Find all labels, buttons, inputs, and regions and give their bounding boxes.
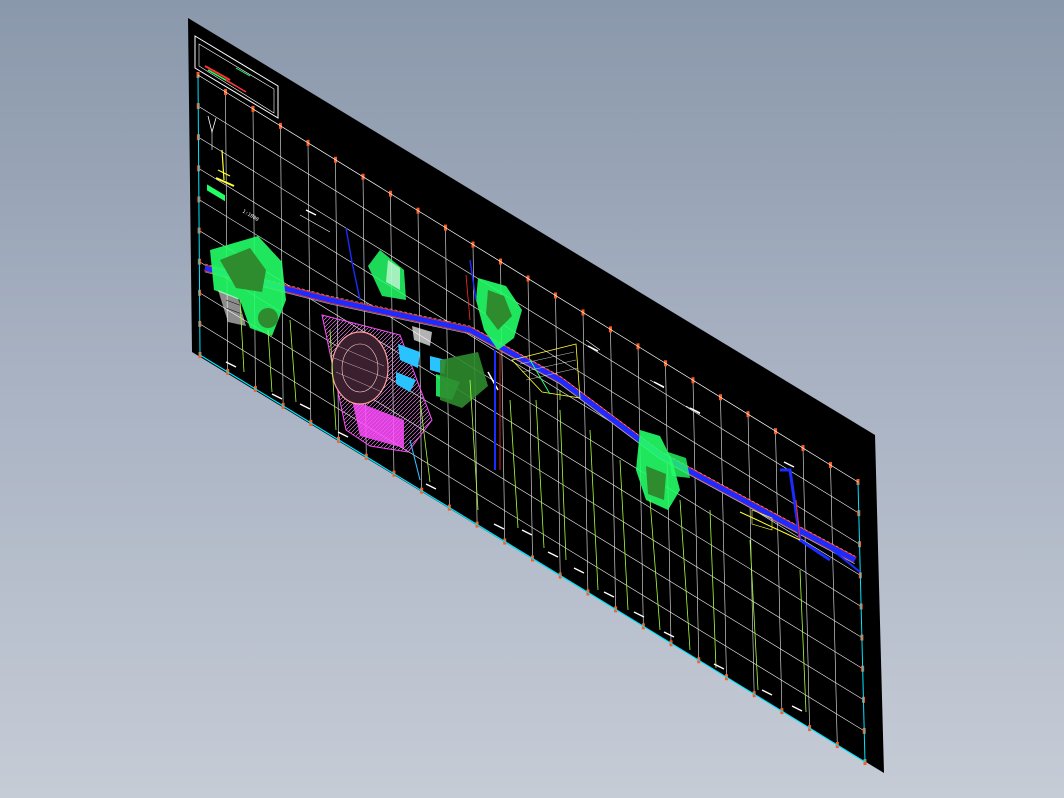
- cad-viewport[interactable]: 1:1000: [0, 0, 1064, 798]
- isometric-drawing-sheet[interactable]: 1:1000: [0, 0, 1064, 798]
- drawing-sheet: [188, 18, 884, 773]
